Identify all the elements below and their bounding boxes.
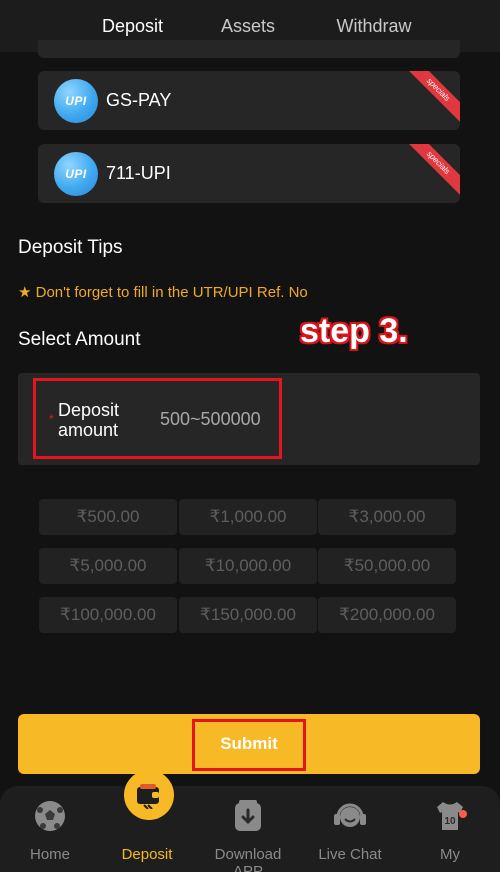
soccer-ball-icon [32, 798, 68, 834]
payment-channel-partial[interactable] [38, 40, 460, 58]
nav-item-my[interactable]: 10 My [400, 786, 500, 872]
nav-label: Deposit [121, 846, 173, 863]
nav-label: Live Chat [318, 846, 382, 863]
annotation-highlight-box [33, 378, 282, 459]
preset-amount-button[interactable]: ₹10,000.00 [179, 548, 317, 584]
nav-label: Download APP [214, 846, 282, 872]
payment-channel-711-upi[interactable]: UPI 711-UPI specials [38, 144, 460, 203]
preset-amount-button[interactable]: ₹1,000.00 [179, 499, 317, 535]
preset-amount-button[interactable]: ₹50,000.00 [318, 548, 456, 584]
wallet-icon[interactable] [124, 770, 174, 820]
payment-channel-gs-pay[interactable]: UPI GS-PAY specials [38, 71, 460, 130]
notification-dot [459, 810, 467, 818]
specials-ribbon: specials [404, 144, 460, 197]
upi-logo-icon: UPI [54, 152, 98, 196]
preset-amount-button[interactable]: ₹500.00 [39, 499, 177, 535]
download-icon [230, 798, 266, 834]
nav-label: My [440, 846, 460, 863]
deposit-tips-title: Deposit Tips [18, 237, 123, 258]
nav-label: Home [29, 846, 70, 863]
deposit-tip-text: ★ Don't forget to fill in the UTR/UPI Re… [18, 284, 308, 301]
annotation-highlight-box [192, 719, 306, 771]
preset-amount-button[interactable]: ₹5,000.00 [39, 548, 177, 584]
nav-item-live-chat[interactable]: Live Chat [300, 786, 400, 872]
preset-amount-button[interactable]: ₹200,000.00 [318, 597, 456, 633]
channel-name: GS-PAY [106, 90, 172, 110]
channel-name: 711-UPI [106, 163, 171, 183]
select-amount-title: Select Amount [18, 329, 141, 350]
nav-item-download-app[interactable]: Download APP [198, 786, 298, 872]
upi-logo-icon: UPI [54, 79, 98, 123]
bottom-nav: Home Deposit Download APP Live Chat 10 M… [0, 786, 500, 872]
jersey-number: 10 [444, 816, 456, 827]
preset-amount-button[interactable]: ₹3,000.00 [318, 499, 456, 535]
preset-amount-button[interactable]: ₹150,000.00 [179, 597, 317, 633]
nav-item-home[interactable]: Home [0, 786, 100, 872]
step-annotation: step 3. [300, 312, 408, 350]
headset-icon [332, 798, 368, 834]
preset-amount-button[interactable]: ₹100,000.00 [39, 597, 177, 633]
specials-ribbon: specials [404, 71, 460, 124]
